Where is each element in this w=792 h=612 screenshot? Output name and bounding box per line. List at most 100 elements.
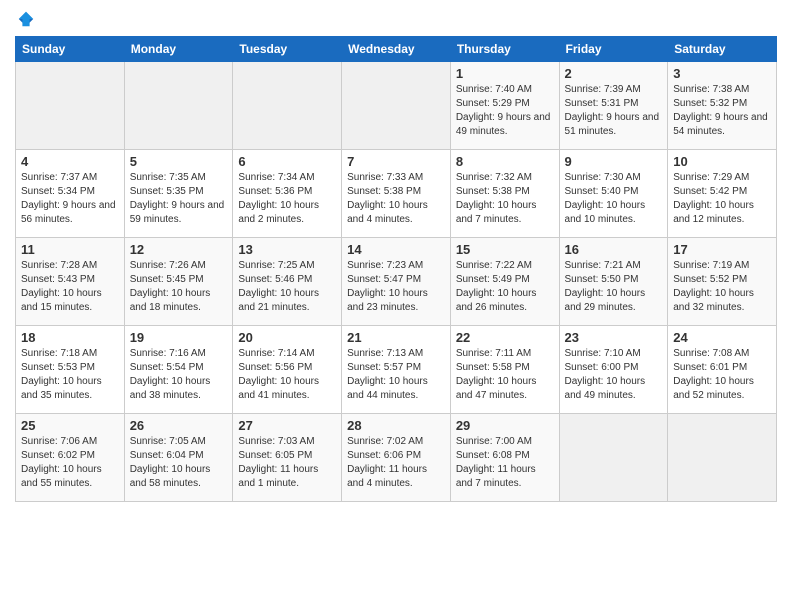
daylight-label: Daylight: 10 hours and 44 minutes. [347,376,428,401]
daylight-label: Daylight: 10 hours and 55 minutes. [21,464,102,489]
calendar-cell: 3 Sunrise: 7:38 AM Sunset: 5:32 PM Dayli… [668,62,777,150]
calendar-cell: 16 Sunrise: 7:21 AM Sunset: 5:50 PM Dayl… [559,238,668,326]
logo-icon [17,10,35,28]
sunrise-label: Sunrise: 7:34 AM [238,172,314,183]
sunset-label: Sunset: 5:36 PM [238,186,312,197]
daylight-label: Daylight: 9 hours and 49 minutes. [456,112,551,137]
day-number: 8 [456,154,554,169]
sunset-label: Sunset: 5:50 PM [565,274,639,285]
calendar-cell: 27 Sunrise: 7:03 AM Sunset: 6:05 PM Dayl… [233,414,342,502]
sunrise-label: Sunrise: 7:32 AM [456,172,532,183]
header-row: SundayMondayTuesdayWednesdayThursdayFrid… [16,37,777,62]
calendar-body: 1 Sunrise: 7:40 AM Sunset: 5:29 PM Dayli… [16,62,777,502]
sunrise-label: Sunrise: 7:29 AM [673,172,749,183]
day-number: 21 [347,330,445,345]
calendar-cell: 10 Sunrise: 7:29 AM Sunset: 5:42 PM Dayl… [668,150,777,238]
logo-text [15,10,35,28]
sunset-label: Sunset: 5:53 PM [21,362,95,373]
calendar-cell: 22 Sunrise: 7:11 AM Sunset: 5:58 PM Dayl… [450,326,559,414]
sunrise-label: Sunrise: 7:35 AM [130,172,206,183]
sunset-label: Sunset: 5:56 PM [238,362,312,373]
sunrise-label: Sunrise: 7:18 AM [21,348,97,359]
calendar-week: 25 Sunrise: 7:06 AM Sunset: 6:02 PM Dayl… [16,414,777,502]
cell-content: Sunrise: 7:06 AM Sunset: 6:02 PM Dayligh… [21,435,119,491]
day-number: 20 [238,330,336,345]
calendar-cell: 25 Sunrise: 7:06 AM Sunset: 6:02 PM Dayl… [16,414,125,502]
daylight-label: Daylight: 9 hours and 56 minutes. [21,200,116,225]
cell-content: Sunrise: 7:11 AM Sunset: 5:58 PM Dayligh… [456,347,554,403]
sunrise-label: Sunrise: 7:39 AM [565,84,641,95]
sunrise-label: Sunrise: 7:26 AM [130,260,206,271]
cell-content: Sunrise: 7:37 AM Sunset: 5:34 PM Dayligh… [21,171,119,227]
calendar-cell: 18 Sunrise: 7:18 AM Sunset: 5:53 PM Dayl… [16,326,125,414]
cell-content: Sunrise: 7:03 AM Sunset: 6:05 PM Dayligh… [238,435,336,491]
cell-content: Sunrise: 7:22 AM Sunset: 5:49 PM Dayligh… [456,259,554,315]
calendar-cell: 6 Sunrise: 7:34 AM Sunset: 5:36 PM Dayli… [233,150,342,238]
daylight-label: Daylight: 11 hours and 1 minute. [238,464,318,489]
sunset-label: Sunset: 5:49 PM [456,274,530,285]
day-number: 28 [347,418,445,433]
calendar-cell [668,414,777,502]
sunrise-label: Sunrise: 7:14 AM [238,348,314,359]
cell-content: Sunrise: 7:25 AM Sunset: 5:46 PM Dayligh… [238,259,336,315]
cell-content: Sunrise: 7:16 AM Sunset: 5:54 PM Dayligh… [130,347,228,403]
weekday-header: Tuesday [233,37,342,62]
calendar-cell: 1 Sunrise: 7:40 AM Sunset: 5:29 PM Dayli… [450,62,559,150]
cell-content: Sunrise: 7:18 AM Sunset: 5:53 PM Dayligh… [21,347,119,403]
day-number: 10 [673,154,771,169]
sunrise-label: Sunrise: 7:40 AM [456,84,532,95]
calendar-cell: 11 Sunrise: 7:28 AM Sunset: 5:43 PM Dayl… [16,238,125,326]
daylight-label: Daylight: 11 hours and 7 minutes. [456,464,536,489]
calendar-cell: 13 Sunrise: 7:25 AM Sunset: 5:46 PM Dayl… [233,238,342,326]
sunset-label: Sunset: 5:29 PM [456,98,530,109]
day-number: 11 [21,242,119,257]
day-number: 25 [21,418,119,433]
day-number: 18 [21,330,119,345]
daylight-label: Daylight: 10 hours and 18 minutes. [130,288,211,313]
calendar-cell: 5 Sunrise: 7:35 AM Sunset: 5:35 PM Dayli… [124,150,233,238]
cell-content: Sunrise: 7:00 AM Sunset: 6:08 PM Dayligh… [456,435,554,491]
calendar-cell: 19 Sunrise: 7:16 AM Sunset: 5:54 PM Dayl… [124,326,233,414]
daylight-label: Daylight: 11 hours and 4 minutes. [347,464,427,489]
daylight-label: Daylight: 10 hours and 52 minutes. [673,376,754,401]
cell-content: Sunrise: 7:23 AM Sunset: 5:47 PM Dayligh… [347,259,445,315]
sunrise-label: Sunrise: 7:02 AM [347,436,423,447]
daylight-label: Daylight: 10 hours and 10 minutes. [565,200,646,225]
calendar-cell [559,414,668,502]
daylight-label: Daylight: 10 hours and 58 minutes. [130,464,211,489]
daylight-label: Daylight: 10 hours and 49 minutes. [565,376,646,401]
cell-content: Sunrise: 7:26 AM Sunset: 5:45 PM Dayligh… [130,259,228,315]
cell-content: Sunrise: 7:13 AM Sunset: 5:57 PM Dayligh… [347,347,445,403]
sunrise-label: Sunrise: 7:30 AM [565,172,641,183]
daylight-label: Daylight: 10 hours and 47 minutes. [456,376,537,401]
sunrise-label: Sunrise: 7:21 AM [565,260,641,271]
day-number: 27 [238,418,336,433]
cell-content: Sunrise: 7:05 AM Sunset: 6:04 PM Dayligh… [130,435,228,491]
sunset-label: Sunset: 5:52 PM [673,274,747,285]
day-number: 2 [565,66,663,81]
sunrise-label: Sunrise: 7:11 AM [456,348,531,359]
calendar-cell [16,62,125,150]
daylight-label: Daylight: 10 hours and 7 minutes. [456,200,537,225]
daylight-label: Daylight: 10 hours and 4 minutes. [347,200,428,225]
page-container: SundayMondayTuesdayWednesdayThursdayFrid… [0,0,792,507]
weekday-header: Monday [124,37,233,62]
sunset-label: Sunset: 5:31 PM [565,98,639,109]
sunset-label: Sunset: 5:34 PM [21,186,95,197]
calendar-cell: 12 Sunrise: 7:26 AM Sunset: 5:45 PM Dayl… [124,238,233,326]
day-number: 23 [565,330,663,345]
day-number: 15 [456,242,554,257]
sunrise-label: Sunrise: 7:25 AM [238,260,314,271]
daylight-label: Daylight: 10 hours and 29 minutes. [565,288,646,313]
calendar-cell [124,62,233,150]
day-number: 3 [673,66,771,81]
day-number: 26 [130,418,228,433]
calendar-cell [342,62,451,150]
weekday-header: Saturday [668,37,777,62]
sunset-label: Sunset: 5:57 PM [347,362,421,373]
cell-content: Sunrise: 7:02 AM Sunset: 6:06 PM Dayligh… [347,435,445,491]
day-number: 5 [130,154,228,169]
sunrise-label: Sunrise: 7:33 AM [347,172,423,183]
cell-content: Sunrise: 7:10 AM Sunset: 6:00 PM Dayligh… [565,347,663,403]
daylight-label: Daylight: 10 hours and 23 minutes. [347,288,428,313]
